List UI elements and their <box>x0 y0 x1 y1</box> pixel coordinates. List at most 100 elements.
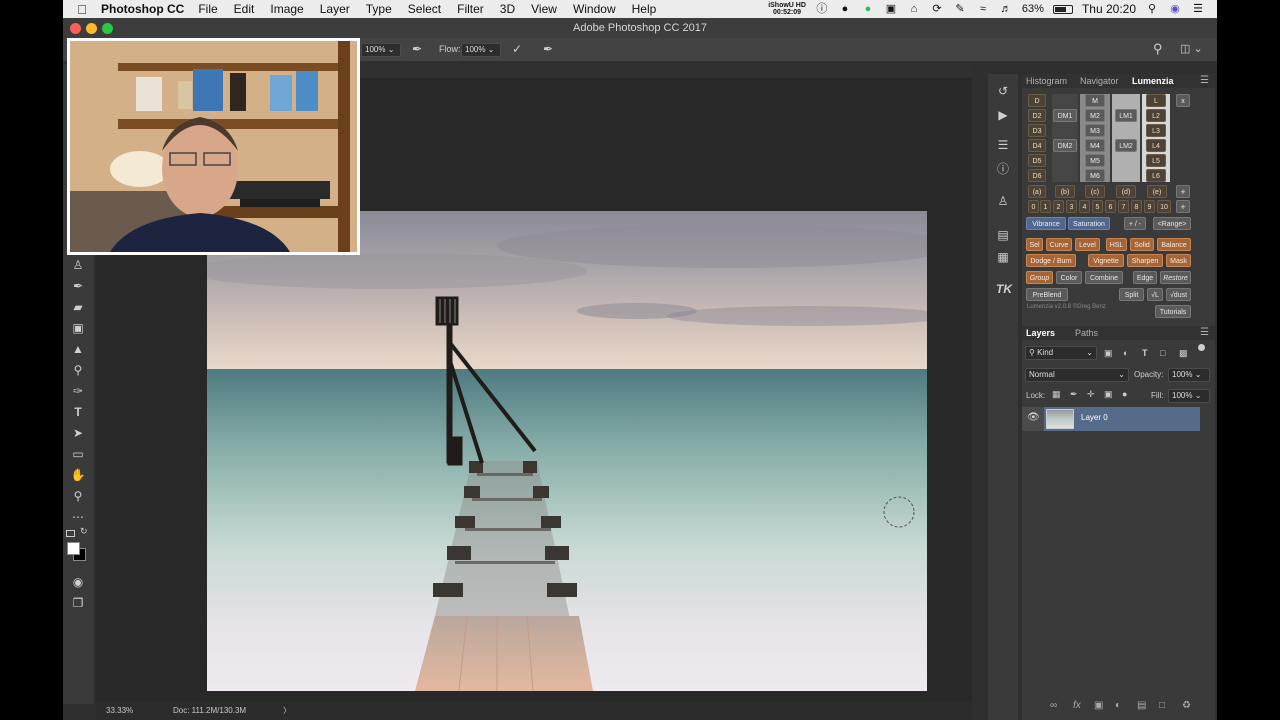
lumenzia-d5[interactable]: D5 <box>1028 154 1046 167</box>
lumenzia-level[interactable]: Level <box>1075 238 1100 251</box>
lumenzia-combine[interactable]: Combine <box>1085 271 1123 284</box>
layers-panel-menu-icon[interactable]: ☰ <box>1200 327 1209 338</box>
lumenzia-sqrt-dust[interactable]: √dust <box>1166 288 1191 301</box>
lock-transparent-icon[interactable]: ▦ <box>1052 389 1061 400</box>
lumenzia-split[interactable]: Split <box>1119 288 1144 301</box>
minimize-window-icon[interactable] <box>86 23 97 34</box>
lumenzia-plusminus[interactable]: + / - <box>1124 217 1146 230</box>
dodge-tool-icon[interactable]: ⚲ <box>69 362 87 378</box>
siri-icon[interactable]: ◉ <box>1168 3 1182 15</box>
menu-layer[interactable]: Layer <box>320 2 350 16</box>
lock-position-icon[interactable]: ✛ <box>1087 389 1095 400</box>
lumenzia-sqrt-l[interactable]: √L <box>1147 288 1163 301</box>
lumenzia-color[interactable]: Color <box>1056 271 1082 284</box>
actions-play-icon[interactable]: ▶ <box>996 108 1010 122</box>
lumenzia-dm2[interactable]: DM2 <box>1053 139 1077 152</box>
lumenzia-d-paren[interactable]: (d) <box>1116 185 1136 198</box>
lumenzia-l4[interactable]: L4 <box>1146 139 1166 152</box>
lumenzia-l6[interactable]: L6 <box>1146 169 1166 182</box>
menu-window[interactable]: Window <box>573 2 616 16</box>
menu-view[interactable]: View <box>531 2 557 16</box>
lumenzia-preblend[interactable]: PreBlend <box>1026 288 1068 301</box>
filter-shape-icon[interactable]: □ <box>1160 348 1165 358</box>
filter-adjustment-icon[interactable]: ◐ <box>1123 348 1128 358</box>
tab-paths[interactable]: Paths <box>1075 328 1098 338</box>
tab-histogram[interactable]: Histogram <box>1026 76 1067 86</box>
foreground-color-swatch[interactable] <box>67 542 80 555</box>
swap-colors-icon[interactable]: ↻ <box>80 526 88 537</box>
more-tools-icon[interactable]: ⋯ <box>69 509 87 525</box>
lumenzia-zone-7[interactable]: 7 <box>1118 200 1129 213</box>
add-mask-icon[interactable]: ▣ <box>1094 700 1103 711</box>
zoom-tool-icon[interactable]: ⚲ <box>69 488 87 504</box>
lock-image-icon[interactable]: ✒ <box>1070 389 1078 400</box>
visibility-eye-icon[interactable]: 👁 <box>1027 412 1040 423</box>
lumenzia-d4[interactable]: D4 <box>1028 139 1046 152</box>
menu-select[interactable]: Select <box>408 2 441 16</box>
pressure-opacity-icon[interactable]: ✒ <box>412 42 422 56</box>
filter-pixel-icon[interactable]: ▣ <box>1104 348 1113 359</box>
menu-3d[interactable]: 3D <box>500 2 515 16</box>
battery-percent[interactable]: 63% <box>1022 3 1044 15</box>
lumenzia-plus-top[interactable]: + <box>1176 185 1190 198</box>
lumenzia-mask[interactable]: Mask <box>1166 254 1191 267</box>
display-icon[interactable]: ▣ <box>884 3 898 15</box>
spotlight-icon[interactable]: ⚲ <box>1145 3 1159 15</box>
clone-source-icon[interactable]: ♙ <box>996 194 1010 208</box>
menu-file[interactable]: File <box>198 2 217 16</box>
lumenzia-zone-5[interactable]: 5 <box>1092 200 1103 213</box>
quick-mask-icon[interactable]: ◉ <box>69 574 87 590</box>
lumenzia-lm1[interactable]: LM1 <box>1115 109 1137 122</box>
layer-filter-kind[interactable]: ⚲ Kind ⌄ <box>1025 346 1097 360</box>
link-layers-icon[interactable]: ∞ <box>1050 700 1057 711</box>
lumenzia-close-button[interactable]: x <box>1176 94 1190 107</box>
lumenzia-curve[interactable]: Curve <box>1046 238 1072 251</box>
lumenzia-m6[interactable]: M6 <box>1085 169 1105 182</box>
layer-name[interactable]: Layer 0 <box>1081 413 1108 422</box>
lumenzia-c[interactable]: (c) <box>1085 185 1105 198</box>
lock-artboard-icon[interactable]: ▣ <box>1104 389 1113 400</box>
info-status-icon[interactable]: ⓘ <box>815 3 829 15</box>
lumenzia-group[interactable]: Group <box>1026 271 1053 284</box>
new-adjustment-icon[interactable]: ◐ <box>1115 700 1121 711</box>
zoom-level[interactable]: 33.33% <box>106 702 133 720</box>
home-icon[interactable]: ⌂ <box>907 3 921 15</box>
lumenzia-zone-8[interactable]: 8 <box>1131 200 1142 213</box>
clock[interactable]: Thu 20:20 <box>1082 2 1136 16</box>
pen-status-icon[interactable]: ✎ <box>953 3 967 15</box>
menu-type[interactable]: Type <box>366 2 392 16</box>
notification-center-icon[interactable]: ☰ <box>1191 3 1205 15</box>
lumenzia-l5[interactable]: L5 <box>1146 154 1166 167</box>
lumenzia-range[interactable]: <Range> <box>1153 217 1191 230</box>
tab-layers[interactable]: Layers <box>1026 328 1055 338</box>
flow-option-field[interactable]: 100% ⌄ <box>461 43 501 57</box>
lumenzia-a[interactable]: (a) <box>1028 185 1046 198</box>
lumenzia-l2[interactable]: L2 <box>1146 109 1166 122</box>
pen-tool-icon[interactable]: ✑ <box>69 383 87 399</box>
default-colors-icon[interactable] <box>66 530 75 537</box>
eraser-tool-icon[interactable]: ▰ <box>69 299 87 315</box>
info-panel-icon[interactable]: ⓘ <box>996 162 1010 176</box>
lumenzia-m4[interactable]: M4 <box>1085 139 1105 152</box>
lumenzia-zone-10[interactable]: 10 <box>1157 200 1171 213</box>
status-menu-arrow[interactable]: 〉 <box>283 702 291 720</box>
new-layer-icon[interactable]: □ <box>1159 700 1165 711</box>
lumenzia-zone-9[interactable]: 9 <box>1144 200 1155 213</box>
menu-image[interactable]: Image <box>270 2 303 16</box>
filter-type-icon[interactable]: T <box>1142 348 1148 358</box>
screen-mode-icon[interactable]: ❐ <box>69 595 87 611</box>
lumenzia-m2[interactable]: M2 <box>1085 109 1105 122</box>
battery-icon[interactable] <box>1052 4 1073 14</box>
layer-fill-field[interactable]: 100% ⌄ <box>1168 389 1210 403</box>
tab-lumenzia[interactable]: Lumenzia <box>1132 76 1174 86</box>
blend-mode-select[interactable]: Normal ⌄ <box>1025 368 1129 382</box>
lumenzia-zone-0[interactable]: 0 <box>1028 200 1039 213</box>
close-window-icon[interactable] <box>70 23 81 34</box>
hand-tool-icon[interactable]: ✋ <box>69 467 87 483</box>
workspace-icon[interactable]: ◫ ⌄ <box>1180 42 1203 55</box>
layer-opacity-field[interactable]: 100% ⌄ <box>1168 368 1210 382</box>
new-group-icon[interactable]: ▤ <box>1137 700 1146 711</box>
lumenzia-plus-bottom[interactable]: + <box>1176 200 1190 213</box>
properties-panel-icon[interactable]: ☰ <box>996 138 1010 152</box>
lumenzia-m[interactable]: M <box>1085 94 1105 107</box>
